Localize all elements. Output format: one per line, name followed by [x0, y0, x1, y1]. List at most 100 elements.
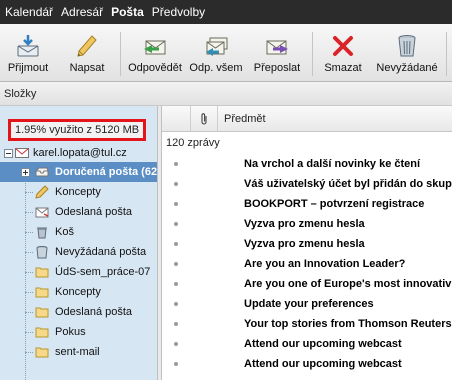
tree-line — [25, 252, 33, 253]
folders-header: Složky — [0, 82, 452, 106]
message-subject: Na vrchol a další novinky ke čtení — [244, 158, 421, 170]
message-row[interactable]: Na vrchol a další novinky ke čtení — [162, 154, 452, 174]
message-row[interactable]: Attend our upcoming webcast — [162, 354, 452, 374]
folder-label: ÚdS-sem_práce-07 — [55, 266, 151, 278]
forward-label: Přeposlat — [253, 62, 301, 74]
folder-sent[interactable]: Odeslaná pošta — [0, 202, 157, 222]
message-count: 120 zprávy — [166, 137, 220, 149]
quota-indicator: 1.95% využito z 5120 MB — [8, 119, 146, 141]
folder-odeslana-custom[interactable]: Odeslaná pošta — [0, 302, 157, 322]
folder-pokus[interactable]: Pokus — [0, 322, 157, 342]
folder-inbox[interactable]: Doručená pošta (62 — [0, 162, 157, 182]
unread-dot-icon — [174, 322, 178, 326]
column-subject[interactable]: Předmět — [224, 106, 266, 132]
reply-all-icon — [206, 37, 228, 56]
message-row[interactable]: Your top stories from Thomson Reuters — [162, 314, 452, 334]
folder-icon — [35, 347, 49, 358]
message-row[interactable]: Vyzva pro zmenu hesla — [162, 234, 452, 254]
reply-button[interactable]: Odpovědět — [126, 24, 184, 82]
message-subject: Vyzva pro zmenu hesla — [244, 238, 365, 250]
pencil-icon — [35, 185, 49, 199]
folder-label: Nevyžádaná pošta — [55, 246, 147, 258]
message-row[interactable]: Are you an Innovation Leader? — [162, 254, 452, 274]
message-row[interactable]: Attend our upcoming webcast — [162, 334, 452, 354]
unread-dot-icon — [174, 342, 178, 346]
message-subject: Váš uživatelský účet byl přidán do skup — [244, 178, 452, 190]
message-subject: Are you one of Europe's most innovativ — [244, 278, 452, 290]
tree-line — [25, 232, 33, 233]
message-subject: Vyzva pro zmenu hesla — [244, 218, 365, 230]
unread-dot-icon — [174, 242, 178, 246]
message-row[interactable]: BOOKPORT – potvrzení registrace — [162, 194, 452, 214]
column-attachment[interactable] — [191, 106, 218, 132]
folder-label: Koncepty — [55, 186, 101, 198]
tab-preferences[interactable]: Předvolby — [149, 0, 208, 24]
unread-dot-icon — [174, 362, 178, 366]
folder-label: Odeslaná pošta — [55, 206, 133, 218]
message-row[interactable]: Are you one of Europe's most innovativ — [162, 274, 452, 294]
delete-button[interactable]: Smazat — [318, 24, 368, 82]
message-row[interactable]: Update your preferences — [162, 294, 452, 314]
message-row[interactable]: Vyzva pro zmenu hesla — [162, 214, 452, 234]
tree-line — [25, 352, 33, 353]
toolbar-divider — [312, 32, 313, 76]
pencil-icon — [77, 35, 97, 57]
message-list-pane: Předmět 120 zprávy Na vrchol a další nov… — [162, 106, 452, 380]
folder-icon — [35, 267, 49, 278]
spam-icon — [36, 246, 48, 259]
tab-calendar[interactable]: Kalendář — [2, 0, 56, 24]
unread-dot-icon — [174, 182, 178, 186]
message-subject: Update your preferences — [244, 298, 374, 310]
tree-line — [25, 192, 33, 193]
mail-account-icon — [15, 148, 29, 158]
folder-drafts[interactable]: Koncepty — [0, 182, 157, 202]
tab-addressbook[interactable]: Adresář — [58, 0, 106, 24]
toolbar: Přijmout Napsat Odpovědět Odp. všem Přep… — [0, 24, 452, 82]
delete-label: Smazat — [324, 62, 362, 74]
folder-label: Koncepty — [55, 286, 101, 298]
spam-button[interactable]: Nevyžádané — [374, 24, 440, 82]
message-subject: BOOKPORT – potvrzení registrace — [244, 198, 425, 210]
column-header: Předmět — [162, 106, 452, 132]
reply-label: Odpovědět — [128, 62, 182, 74]
unread-dot-icon — [174, 302, 178, 306]
folder-pane: 1.95% využito z 5120 MB karel.lopata@tul… — [0, 106, 157, 380]
folder-trash[interactable]: Koš — [0, 222, 157, 242]
folder-spam[interactable]: Nevyžádaná pošta — [0, 242, 157, 262]
inbox-icon — [35, 167, 49, 177]
compose-button[interactable]: Napsat — [62, 24, 112, 82]
reply-icon — [144, 40, 166, 55]
unread-dot-icon — [174, 222, 178, 226]
reply-all-label: Odp. všem — [189, 62, 243, 74]
spam-label: Nevyžádané — [376, 62, 438, 74]
folder-uds-sem-prace[interactable]: ÚdS-sem_práce-07 — [0, 262, 157, 282]
reply-all-button[interactable]: Odp. všem — [188, 24, 244, 82]
paperclip-icon — [201, 113, 207, 125]
forward-button[interactable]: Přeposlat — [248, 24, 306, 82]
folder-label: sent-mail — [55, 346, 100, 358]
spam-bin-icon — [398, 35, 416, 57]
tab-mail[interactable]: Pošta — [108, 0, 147, 24]
message-subject: Your top stories from Thomson Reuters — [244, 318, 452, 330]
receive-button[interactable]: Přijmout — [3, 24, 53, 82]
toolbar-divider — [120, 32, 121, 76]
sent-icon — [35, 207, 49, 218]
unread-dot-icon — [174, 282, 178, 286]
expand-icon[interactable] — [21, 168, 30, 177]
receive-mail-icon — [17, 35, 39, 57]
column-status[interactable] — [162, 106, 191, 132]
folder-sent-mail[interactable]: sent-mail — [0, 342, 157, 362]
message-row[interactable]: Váš uživatelský účet byl přidán do skup — [162, 174, 452, 194]
collapse-icon[interactable] — [4, 149, 13, 158]
delete-x-icon — [333, 36, 353, 56]
folder-label: Odeslaná pošta — [55, 306, 133, 318]
message-subject: Are you an Innovation Leader? — [244, 258, 406, 270]
folder-label: Doručená pošta (62 — [55, 166, 157, 178]
message-subject: Attend our upcoming webcast — [244, 358, 402, 370]
trash-icon — [37, 227, 47, 239]
forward-icon — [266, 40, 288, 55]
unread-dot-icon — [174, 162, 178, 166]
tree-line — [25, 312, 33, 313]
folder-icon — [35, 307, 49, 318]
folder-koncepty-custom[interactable]: Koncepty — [0, 282, 157, 302]
